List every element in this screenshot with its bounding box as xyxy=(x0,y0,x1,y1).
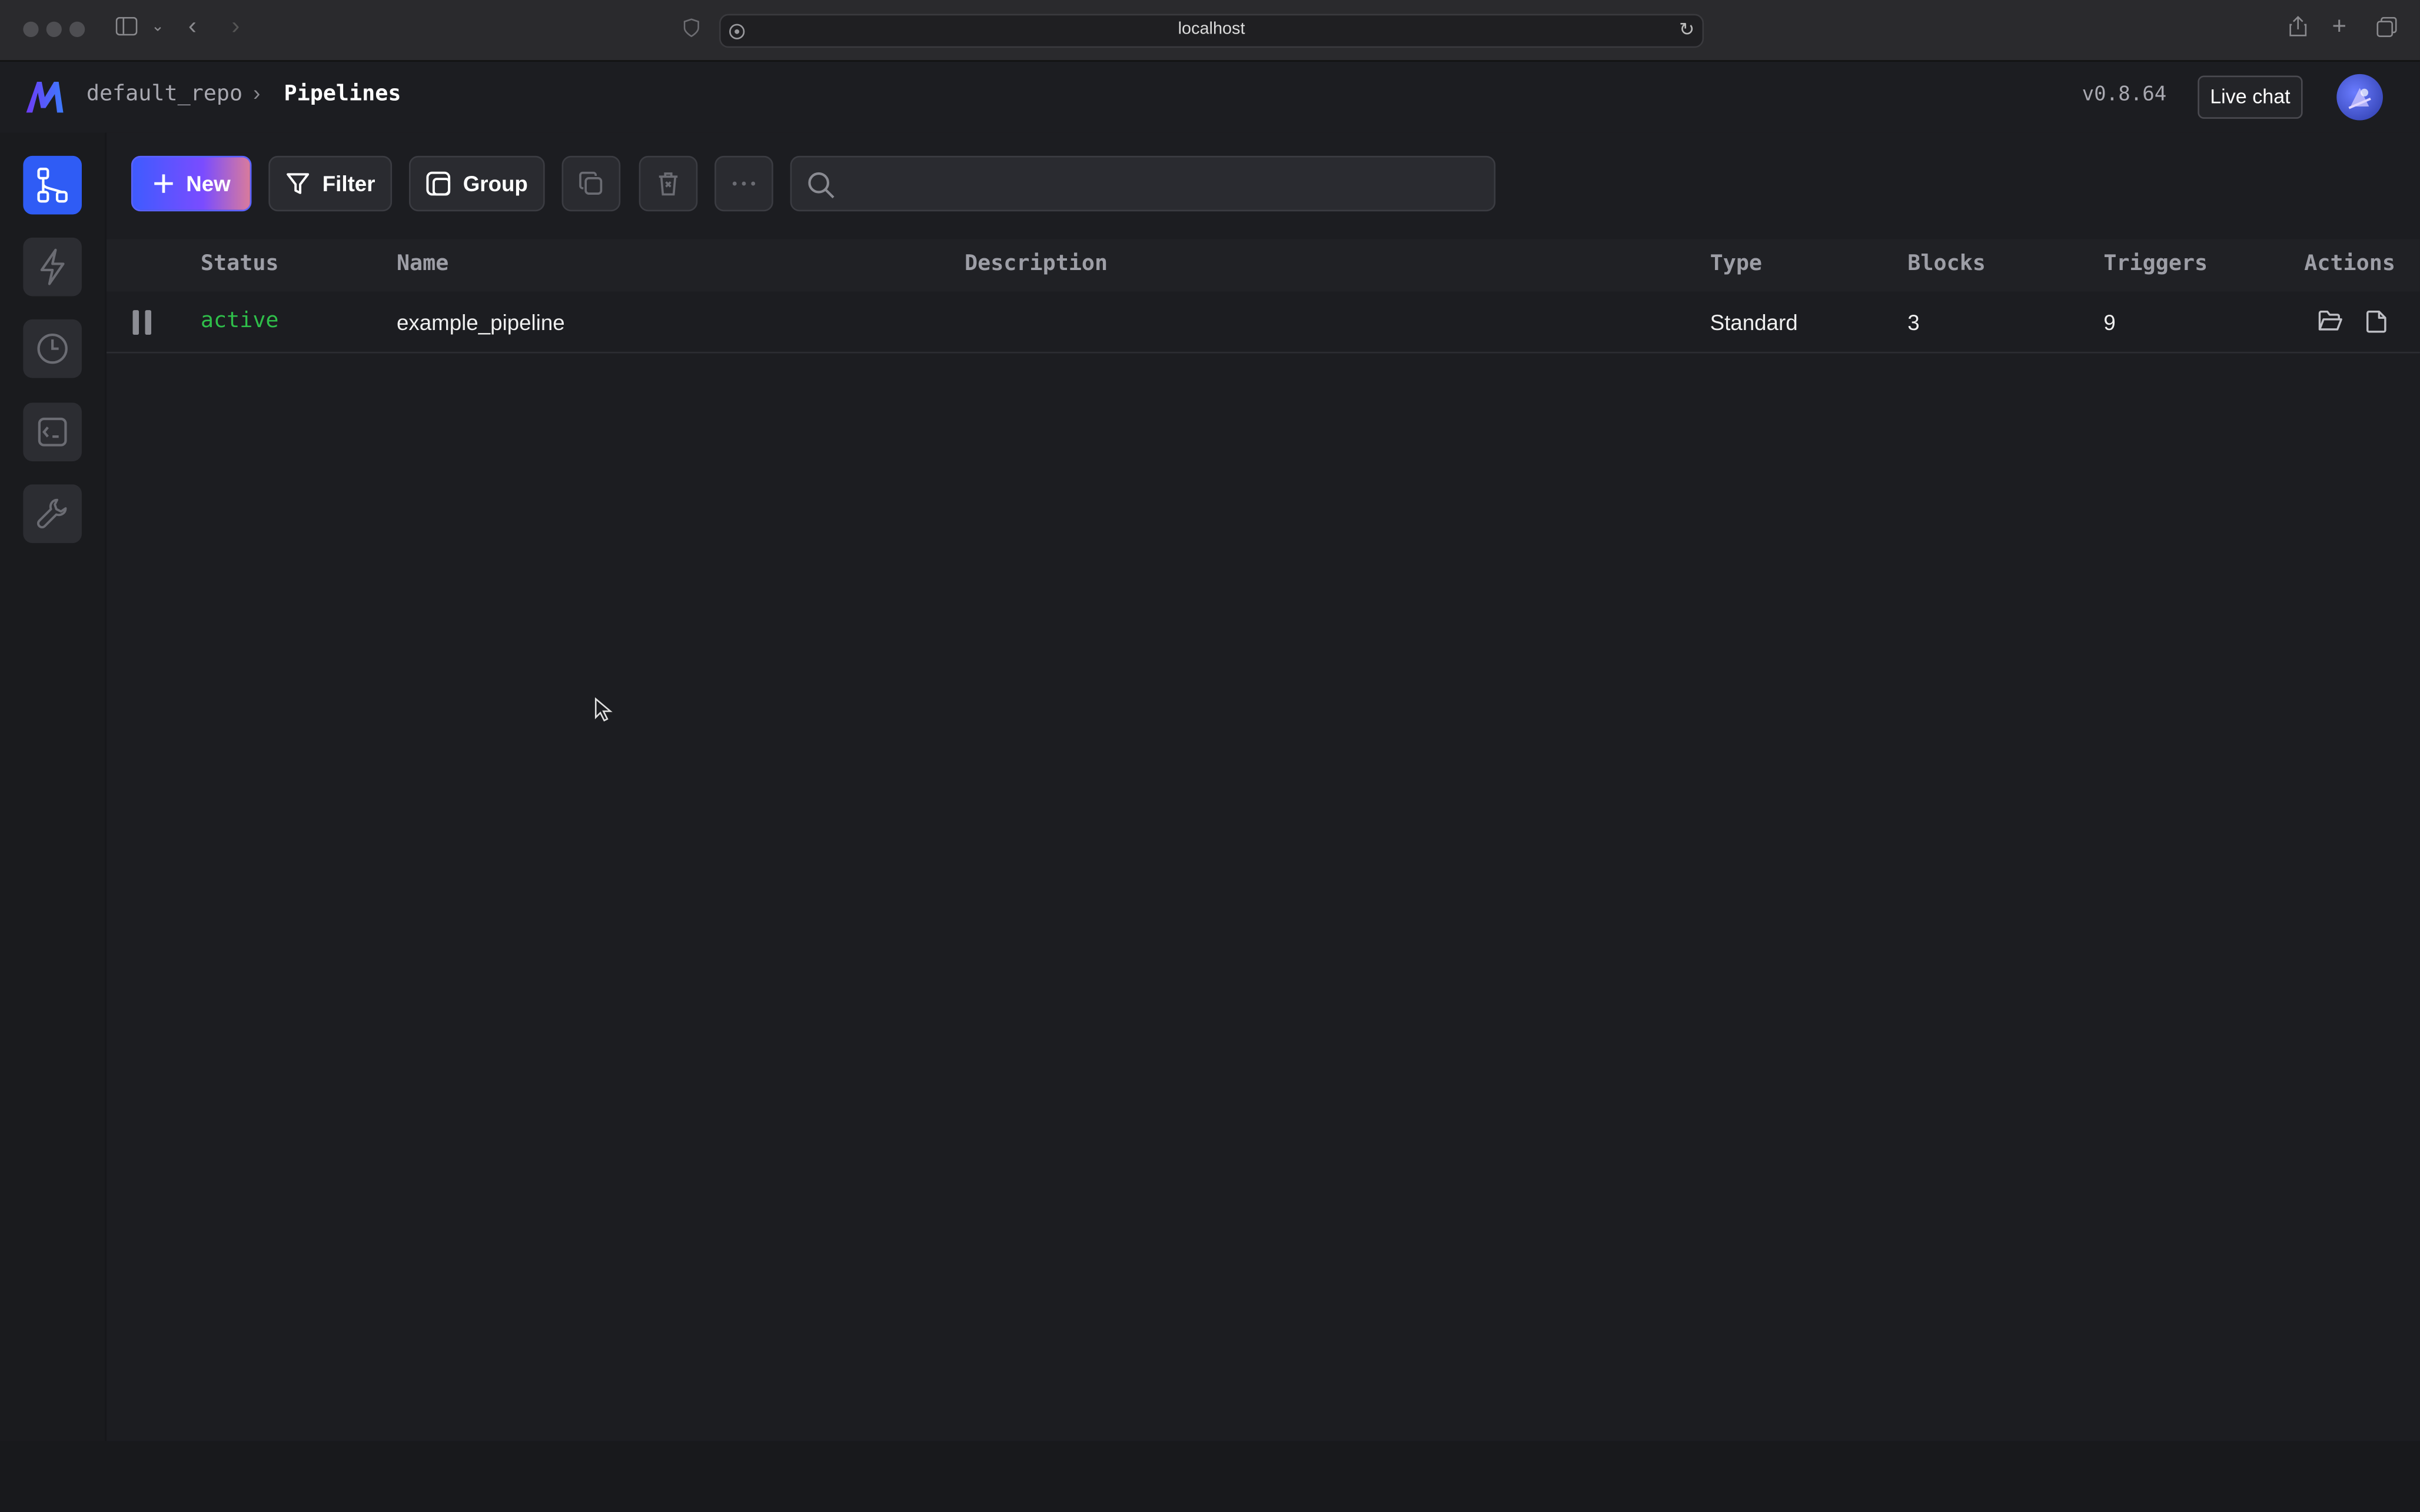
lightning-icon xyxy=(40,248,65,285)
browser-toolbar: ⌄ ‹ › localhost ↻ + xyxy=(0,0,2420,62)
pipeline-blocks-count: 3 xyxy=(1907,310,1920,335)
terminal-icon xyxy=(38,417,67,447)
filter-button-label: Filter xyxy=(322,171,375,197)
live-chat-button[interactable]: Live chat xyxy=(2198,75,2303,119)
status-badge: active xyxy=(200,308,279,334)
mouse-cursor-icon xyxy=(594,697,613,722)
url-text: localhost xyxy=(1178,20,1245,39)
column-header-blocks[interactable]: Blocks xyxy=(1907,251,1986,276)
avatar[interactable] xyxy=(2336,74,2383,121)
clone-button[interactable] xyxy=(561,155,621,212)
table-row[interactable]: active example_pipeline Standard 3 9 xyxy=(106,292,2420,354)
trash-icon xyxy=(659,172,678,196)
breadcrumb-repo[interactable]: default_repo xyxy=(87,82,242,106)
column-header-description[interactable]: Description xyxy=(965,251,1108,276)
mage-logo-icon[interactable] xyxy=(25,80,65,114)
new-pipeline-button[interactable]: New xyxy=(131,155,252,212)
sidebar-item-triggers[interactable] xyxy=(23,237,82,297)
chevron-down-icon[interactable]: ⌄ xyxy=(151,18,164,35)
reload-icon[interactable]: ↻ xyxy=(1679,18,1694,40)
pipeline-type: Standard xyxy=(1710,310,1798,335)
tab-overview-icon[interactable] xyxy=(2376,16,2397,42)
table-header: Status Name Description Type Blocks Trig… xyxy=(106,239,2420,292)
pause-icon[interactable] xyxy=(132,292,155,352)
search-input[interactable] xyxy=(847,157,1487,213)
new-tab-icon[interactable]: + xyxy=(2332,14,2346,42)
sidebar-item-settings[interactable] xyxy=(23,484,82,544)
avatar-image-icon xyxy=(2348,88,2371,109)
search-box xyxy=(790,155,1496,213)
forward-icon[interactable]: › xyxy=(231,14,240,42)
sidebar-toggle-icon[interactable] xyxy=(115,16,138,40)
file-icon[interactable] xyxy=(2366,310,2388,341)
column-header-triggers[interactable]: Triggers xyxy=(2103,251,2208,276)
back-icon[interactable]: ‹ xyxy=(188,14,197,42)
ellipsis-icon xyxy=(732,181,756,186)
group-icon xyxy=(426,171,451,196)
wrench-icon xyxy=(36,498,67,529)
column-header-name[interactable]: Name xyxy=(397,251,448,276)
window-zoom-button[interactable] xyxy=(69,21,85,37)
column-header-type[interactable]: Type xyxy=(1710,251,1762,276)
pipeline-name[interactable]: example_pipeline xyxy=(397,310,565,335)
pipeline-icon xyxy=(37,168,68,203)
group-button-label: Group xyxy=(463,171,528,197)
sidebar-item-pipelines[interactable] xyxy=(23,155,82,215)
page-title: Pipelines xyxy=(284,81,401,106)
privacy-shield-icon[interactable] xyxy=(683,18,699,41)
open-folder-icon[interactable] xyxy=(2318,310,2343,339)
clock-icon xyxy=(37,333,68,364)
group-button[interactable]: Group xyxy=(408,155,545,212)
column-header-status[interactable]: Status xyxy=(201,251,279,276)
plus-icon xyxy=(154,174,172,193)
sidebar-item-terminal[interactable] xyxy=(23,402,82,462)
pipeline-triggers-count: 9 xyxy=(2103,310,2116,335)
more-actions-button[interactable] xyxy=(714,155,773,212)
window-minimize-button[interactable] xyxy=(46,21,62,37)
column-header-actions: Actions xyxy=(2304,251,2396,277)
bottom-bar xyxy=(0,1441,2420,1512)
share-icon[interactable] xyxy=(2289,15,2307,42)
sidebar-item-pipeline-runs[interactable] xyxy=(23,319,82,378)
new-button-label: New xyxy=(186,171,231,197)
delete-button[interactable] xyxy=(639,155,698,212)
filter-icon xyxy=(286,173,309,194)
sidebar xyxy=(0,132,107,1441)
version-label: v0.8.64 xyxy=(2082,83,2167,106)
page: ⌄ ‹ › localhost ↻ + default_repo › Pipel… xyxy=(0,0,2420,1512)
address-bar[interactable]: localhost ↻ xyxy=(719,14,1704,48)
window-close-button[interactable] xyxy=(23,21,39,37)
app-header: default_repo › Pipelines v0.8.64 Live ch… xyxy=(0,61,2420,133)
chevron-right-icon: › xyxy=(253,80,261,105)
search-icon xyxy=(808,172,835,199)
filter-button[interactable]: Filter xyxy=(268,155,393,212)
copy-icon xyxy=(579,171,603,195)
